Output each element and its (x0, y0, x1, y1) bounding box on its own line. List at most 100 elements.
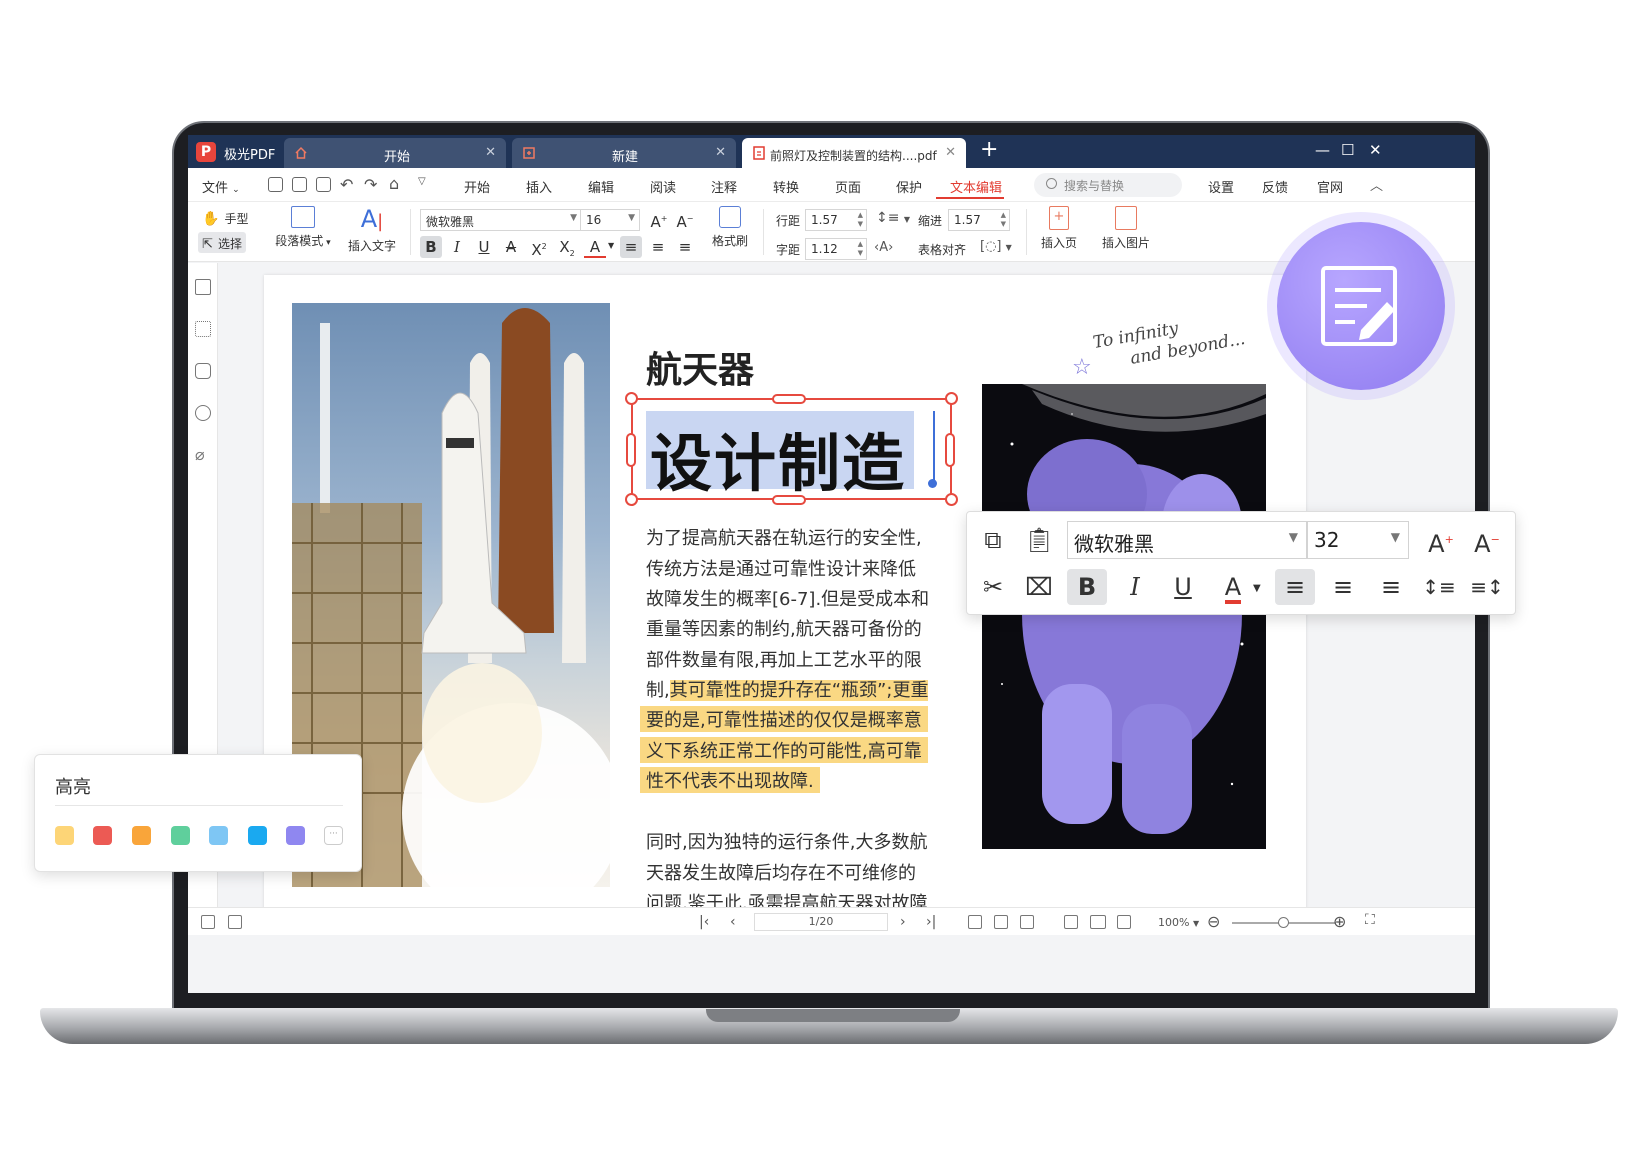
single-page-icon[interactable] (1064, 915, 1078, 929)
menu-feedback[interactable]: 反馈 (1262, 177, 1288, 196)
strikethrough-button[interactable]: A (500, 236, 522, 258)
chevron-down-icon[interactable]: ▼ (608, 241, 614, 250)
home-icon[interactable]: ⌂ (389, 174, 399, 193)
indent-input[interactable]: 1.57 ▲ ▼ (948, 209, 1010, 231)
increase-font-icon[interactable]: A+ (1421, 522, 1461, 558)
menu-protect[interactable]: 保护 (896, 177, 922, 196)
select-tool-button[interactable]: ⇱ 选择 (198, 232, 247, 253)
bold-button[interactable]: B (420, 236, 442, 258)
continuous-scroll-icon[interactable] (1117, 915, 1131, 929)
resize-handle[interactable] (945, 493, 958, 506)
thumbnails-icon[interactable] (195, 321, 211, 337)
menu-text-edit[interactable]: 文本编辑 (950, 177, 1002, 196)
superscript-button[interactable]: X2 (528, 236, 550, 259)
collapse-ribbon-icon[interactable]: ︿ (1370, 175, 1383, 194)
font-color-button[interactable]: A (584, 236, 606, 258)
paragraph-mode-button[interactable]: 段落模式 ▾ (270, 206, 336, 249)
format-painter-icon[interactable]: ⌧ (1019, 569, 1059, 605)
resize-handle[interactable] (626, 433, 636, 467)
spinner-icon[interactable]: ▲ ▼ (1001, 211, 1006, 229)
cut-icon[interactable]: ✂ (973, 569, 1013, 605)
char-spacing-input[interactable]: 1.12 ▲ ▼ (805, 238, 867, 260)
tab-new[interactable]: 新建 ✕ (512, 138, 736, 168)
italic-button[interactable]: I (446, 236, 468, 258)
menu-start[interactable]: 开始 (464, 177, 490, 196)
zoom-select[interactable]: 100% ▼ (1158, 916, 1199, 929)
hand-tool-button[interactable]: ✋ 手型 (202, 208, 249, 227)
page-number-input[interactable]: 1/20 (754, 913, 888, 931)
search-replace-input[interactable]: 搜索与替换 (1034, 173, 1182, 197)
decrease-font-icon[interactable]: A− (674, 208, 696, 231)
redo-icon[interactable]: ↷ (364, 175, 377, 194)
maximize-button[interactable]: ☐ (1341, 141, 1354, 159)
color-swatch-orange[interactable] (132, 826, 151, 845)
fit-width-icon[interactable] (994, 915, 1008, 929)
fullscreen-icon[interactable]: ⛶ (1365, 912, 1375, 928)
char-spacing-icon[interactable]: ‹A› (874, 240, 893, 255)
format-painter-button[interactable]: 格式刷 (706, 206, 754, 249)
font-size-select[interactable]: 32 ▼ (1307, 521, 1409, 559)
color-swatch-blue[interactable] (248, 826, 267, 845)
menu-insert[interactable]: 插入 (526, 177, 552, 196)
color-swatch-purple[interactable] (286, 826, 305, 845)
align-center-button[interactable]: ≡ (647, 236, 669, 258)
resize-handle[interactable] (945, 392, 958, 405)
menu-website[interactable]: 官网 (1317, 177, 1343, 196)
resize-handle[interactable] (772, 495, 806, 505)
underline-button[interactable]: U (1163, 569, 1203, 605)
prev-document-icon[interactable] (201, 915, 215, 929)
line-spacing-icon[interactable]: ↕≡ (1419, 569, 1459, 605)
first-page-icon[interactable]: |‹ (699, 914, 709, 930)
last-page-icon[interactable]: ›| (926, 914, 936, 930)
highlighted-text[interactable]: 要的是,可靠性描述的仅仅是概率意 (640, 706, 928, 732)
font-family-select[interactable]: 微软雅黑 ▼ (1067, 521, 1307, 559)
undo-icon[interactable]: ↶ (340, 175, 353, 194)
align-right-button[interactable]: ≡ (674, 236, 696, 258)
resize-handle[interactable] (625, 493, 638, 506)
menu-convert[interactable]: 转换 (773, 177, 799, 196)
align-left-button[interactable]: ≡ (620, 236, 642, 258)
zoom-slider-thumb[interactable] (1278, 917, 1289, 928)
actual-size-icon[interactable] (1020, 915, 1034, 929)
close-icon[interactable]: ✕ (485, 145, 496, 160)
next-document-icon[interactable] (228, 915, 242, 929)
color-swatch-light-blue[interactable] (209, 826, 228, 845)
color-swatch-green[interactable] (171, 826, 190, 845)
close-icon[interactable]: ✕ (715, 145, 726, 160)
tab-start[interactable]: 开始 ✕ (284, 138, 506, 168)
spinner-icon[interactable]: ▲ ▼ (858, 240, 863, 258)
menu-annotate[interactable]: 注释 (711, 177, 737, 196)
color-swatch-yellow[interactable] (55, 826, 74, 845)
close-window-button[interactable]: ✕ (1369, 141, 1382, 159)
zoom-in-icon[interactable]: ⊕ (1333, 912, 1346, 931)
zoom-out-icon[interactable]: ⊖ (1207, 912, 1220, 931)
two-page-icon[interactable] (1090, 915, 1106, 929)
new-tab-button[interactable]: + (980, 137, 998, 162)
bookmark-icon[interactable] (195, 279, 211, 295)
font-color-button[interactable]: A (1213, 569, 1253, 605)
align-right-button[interactable]: ≡ (1371, 569, 1411, 605)
chevron-down-icon[interactable]: ▼ (1253, 583, 1261, 594)
prev-page-icon[interactable]: ‹ (730, 914, 736, 930)
bold-button[interactable]: B (1067, 569, 1107, 605)
subscript-button[interactable]: X2 (556, 236, 578, 258)
minimize-button[interactable]: — (1315, 141, 1330, 159)
font-size-select[interactable]: 16 ▼ (580, 209, 640, 231)
next-page-icon[interactable]: › (900, 914, 906, 930)
align-left-button[interactable]: ≡ (1275, 569, 1315, 605)
insert-page-button[interactable]: + 插入页 (1034, 206, 1084, 251)
increase-font-icon[interactable]: A+ (648, 208, 670, 231)
resize-handle[interactable] (625, 392, 638, 405)
fit-page-icon[interactable] (968, 915, 982, 929)
comment-icon[interactable] (195, 363, 211, 379)
underline-button[interactable]: U (473, 236, 495, 258)
menu-edit[interactable]: 编辑 (588, 177, 614, 196)
line-spacing-icon[interactable]: ↕≡ ▼ (876, 210, 910, 226)
highlighted-text[interactable]: 其可靠性的提升存在“瓶颈”;更重 (669, 680, 929, 701)
attachment-icon[interactable]: ⌀ (195, 445, 205, 464)
line-spacing-input[interactable]: 1.57 ▲ ▼ (805, 209, 867, 231)
paragraph-spacing-icon[interactable]: ≡↕ (1467, 569, 1507, 605)
font-family-select[interactable]: 微软雅黑 ▼ (420, 209, 582, 231)
open-folder-icon[interactable] (268, 177, 283, 192)
color-swatch-red[interactable] (93, 826, 112, 845)
